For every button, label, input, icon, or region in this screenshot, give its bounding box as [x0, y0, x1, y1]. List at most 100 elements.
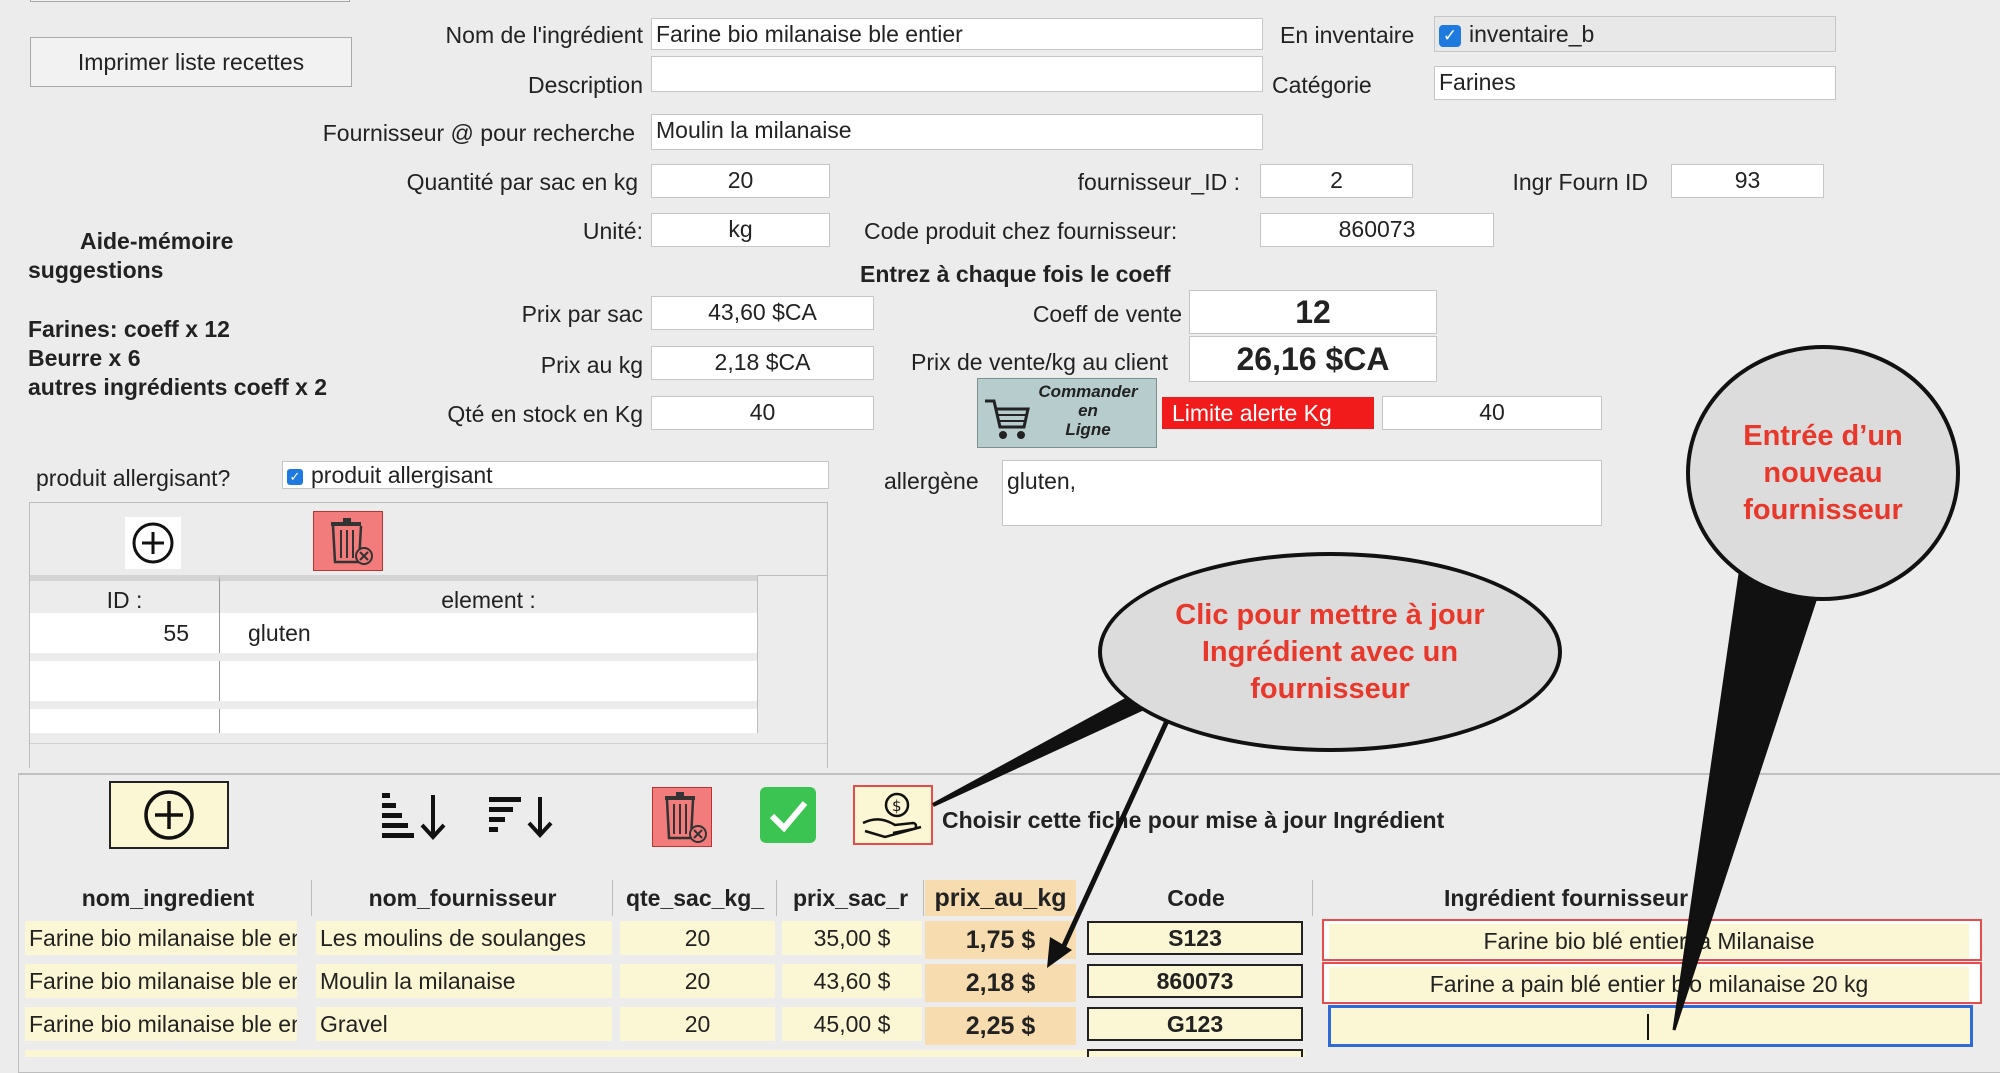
col-header-supplier-ingredient[interactable]: Ingrédient fournisseur — [1316, 880, 1816, 916]
product-code-label: Code produit chez fournisseur: — [864, 218, 1178, 244]
row-supplier[interactable]: Les moulins de soulanges — [316, 921, 612, 955]
order-online-button[interactable]: Commander en Ligne — [977, 378, 1157, 448]
row-bag-price[interactable]: 43,60 $ — [782, 964, 922, 998]
row-supplier-ingredient[interactable] — [1328, 1005, 1973, 1047]
row-ingredient[interactable]: Farine bio milanaise ble entier — [25, 921, 297, 955]
row-supplier-ingredient[interactable]: Farine bio blé entier la Milanaise — [1322, 919, 1982, 961]
price-per-kg-label: Prix au kg — [540, 352, 643, 378]
print-recipes-button[interactable]: Imprimer liste recettes — [30, 37, 352, 87]
sale-coeff-label: Coeff de vente — [1032, 301, 1182, 327]
allergen-scrollbar[interactable] — [30, 743, 827, 768]
col-header-bag-price[interactable]: prix_sac_r — [778, 880, 924, 916]
row-supplier-ingredient-text: Farine bio blé entier la Milanaise — [1329, 924, 1969, 958]
supplier-search-label: Fournisseur @ pour recherche — [322, 120, 635, 146]
row-bag-price[interactable]: 35,00 $ — [782, 921, 922, 955]
col-header-supplier[interactable]: nom_fournisseur — [313, 880, 613, 916]
category-field[interactable]: Farines — [1434, 66, 1836, 100]
row-supplier-ingredient[interactable]: Farine a pain blé entier bio milanaise 2… — [1322, 962, 1982, 1004]
allergen-row-id[interactable]: 55 — [30, 613, 220, 653]
choose-record-button[interactable]: $ — [853, 785, 933, 845]
row-code[interactable]: G123 — [1087, 1007, 1303, 1041]
stock-field[interactable]: 40 — [651, 396, 874, 430]
ingredient-name-label: Nom de l'ingrédient — [445, 22, 643, 48]
description-field[interactable] — [651, 56, 1263, 92]
row-code[interactable]: S123 — [1087, 921, 1303, 955]
col-header-qty[interactable]: qte_sac_kg_ — [614, 880, 777, 916]
callout-new-supplier-line-3: fournisseur — [1743, 493, 1903, 526]
allergen-row-empty[interactable] — [30, 653, 757, 661]
col-header-code[interactable]: Code — [1080, 880, 1313, 916]
trash-icon — [331, 518, 373, 565]
allergen-checkbox[interactable]: ✓ produit allergisant — [282, 461, 829, 489]
coeff-note: Entrez à chaque fois le coeff — [860, 261, 1171, 287]
row-kg-price[interactable]: 2,18 $ — [925, 964, 1076, 1002]
allergen-row-empty[interactable] — [30, 701, 757, 709]
sale-price-label: Prix de vente/kg au client — [911, 349, 1168, 375]
add-circle-icon — [144, 790, 194, 840]
callout-new-supplier-line-2: nouveau — [1763, 456, 1883, 489]
delete-allergen-button[interactable] — [313, 511, 383, 571]
memo-title: Aide-mémoire — [80, 228, 234, 254]
sort-ascending-icon[interactable] — [378, 789, 448, 843]
sale-price-field[interactable]: 26,16 $CA — [1189, 336, 1437, 382]
price-per-kg-field[interactable]: 2,18 $CA — [651, 346, 874, 380]
ingredient-name-field[interactable]: Farine bio milanaise ble entier — [651, 18, 1263, 50]
allergen-row-element[interactable]: gluten — [220, 613, 757, 653]
row-kg-price[interactable]: 2,25 $ — [925, 1007, 1076, 1045]
row-supplier[interactable]: Gravel — [316, 1007, 612, 1041]
col-header-ingredient[interactable]: nom_ingredient — [25, 880, 312, 916]
callout-update-line-2: Ingrédient avec un — [1201, 635, 1459, 668]
category-label: Catégorie — [1272, 72, 1372, 98]
supplier-search-field[interactable]: Moulin la milanaise — [651, 114, 1263, 150]
choose-record-label: Choisir cette fiche pour mise à jour Ing… — [942, 807, 1445, 833]
callout-new-supplier: Entrée d’un nouveau fournisseur — [1686, 345, 1960, 601]
sale-coeff-field[interactable]: 12 — [1189, 290, 1437, 334]
price-per-bag-field[interactable]: 43,60 $CA — [651, 296, 874, 330]
qty-per-bag-label: Quantité par sac en kg — [406, 169, 638, 195]
row-qty[interactable]: 20 — [620, 964, 775, 998]
trash-icon — [665, 792, 707, 843]
memo-line-2: Beurre x 6 — [28, 345, 141, 371]
allergen-label: allergène — [884, 468, 979, 494]
ingr-fourn-id-field[interactable]: 93 — [1671, 164, 1824, 198]
allergen-row-empty[interactable] — [30, 709, 220, 733]
delete-supplier-button[interactable] — [652, 787, 712, 847]
alert-limit-label: Limite alerte Kg — [1162, 397, 1374, 429]
top-partial-button[interactable] — [30, 0, 350, 2]
row-ingredient[interactable]: Farine bio milanaise ble entier — [25, 964, 297, 998]
col-header-kg-price[interactable]: prix_au_kg — [925, 880, 1076, 916]
qty-per-bag-field[interactable]: 20 — [651, 164, 830, 198]
in-inventory-checkbox[interactable]: ✓ inventaire_b — [1434, 16, 1836, 52]
allergen-field[interactable]: gluten, — [1002, 460, 1602, 526]
allergen-col-header-id[interactable]: ID : — [30, 575, 220, 613]
add-circle-icon — [132, 522, 174, 564]
row-ingredient[interactable]: Farine bio milanaise ble entier — [25, 1007, 297, 1041]
allergen-question-label: produit allergisant? — [36, 465, 231, 491]
add-allergen-button[interactable] — [125, 517, 181, 569]
unit-field[interactable]: kg — [651, 213, 830, 247]
table-row-partial-code[interactable] — [1087, 1049, 1303, 1057]
row-qty[interactable]: 20 — [620, 1007, 775, 1041]
row-supplier-ingredient-text: Farine a pain blé entier bio milanaise 2… — [1329, 967, 1969, 1001]
row-bag-price[interactable]: 45,00 $ — [782, 1007, 922, 1041]
product-code-field[interactable]: 860073 — [1260, 213, 1494, 247]
alert-limit-field[interactable]: 40 — [1382, 396, 1602, 430]
sort-descending-icon[interactable] — [485, 789, 555, 843]
row-code[interactable]: 860073 — [1087, 964, 1303, 998]
allergen-row-empty[interactable] — [30, 661, 220, 701]
row-qty[interactable]: 20 — [620, 921, 775, 955]
add-supplier-button[interactable] — [109, 781, 229, 849]
supplier-id-label: fournisseur_ID : — [1077, 169, 1240, 195]
row-kg-price[interactable]: 1,75 $ — [925, 921, 1076, 959]
row-supplier[interactable]: Moulin la milanaise — [316, 964, 612, 998]
callout-update-supplier: Clic pour mettre à jour Ingrédient avec … — [1098, 552, 1562, 752]
supplier-id-field[interactable]: 2 — [1260, 164, 1413, 198]
text-cursor — [1647, 1014, 1649, 1040]
allergen-table: ID : element : 55 gluten — [30, 575, 758, 733]
allergen-col-header-element[interactable]: element : — [220, 575, 757, 613]
memo-line-3: autres ingrédients coeff x 2 — [28, 374, 328, 400]
memo-subtitle: suggestions — [28, 257, 164, 283]
validate-button[interactable] — [760, 787, 816, 843]
in-inventory-label: En inventaire — [1280, 22, 1415, 48]
memo-line-1: Farines: coeff x 12 — [28, 316, 230, 342]
